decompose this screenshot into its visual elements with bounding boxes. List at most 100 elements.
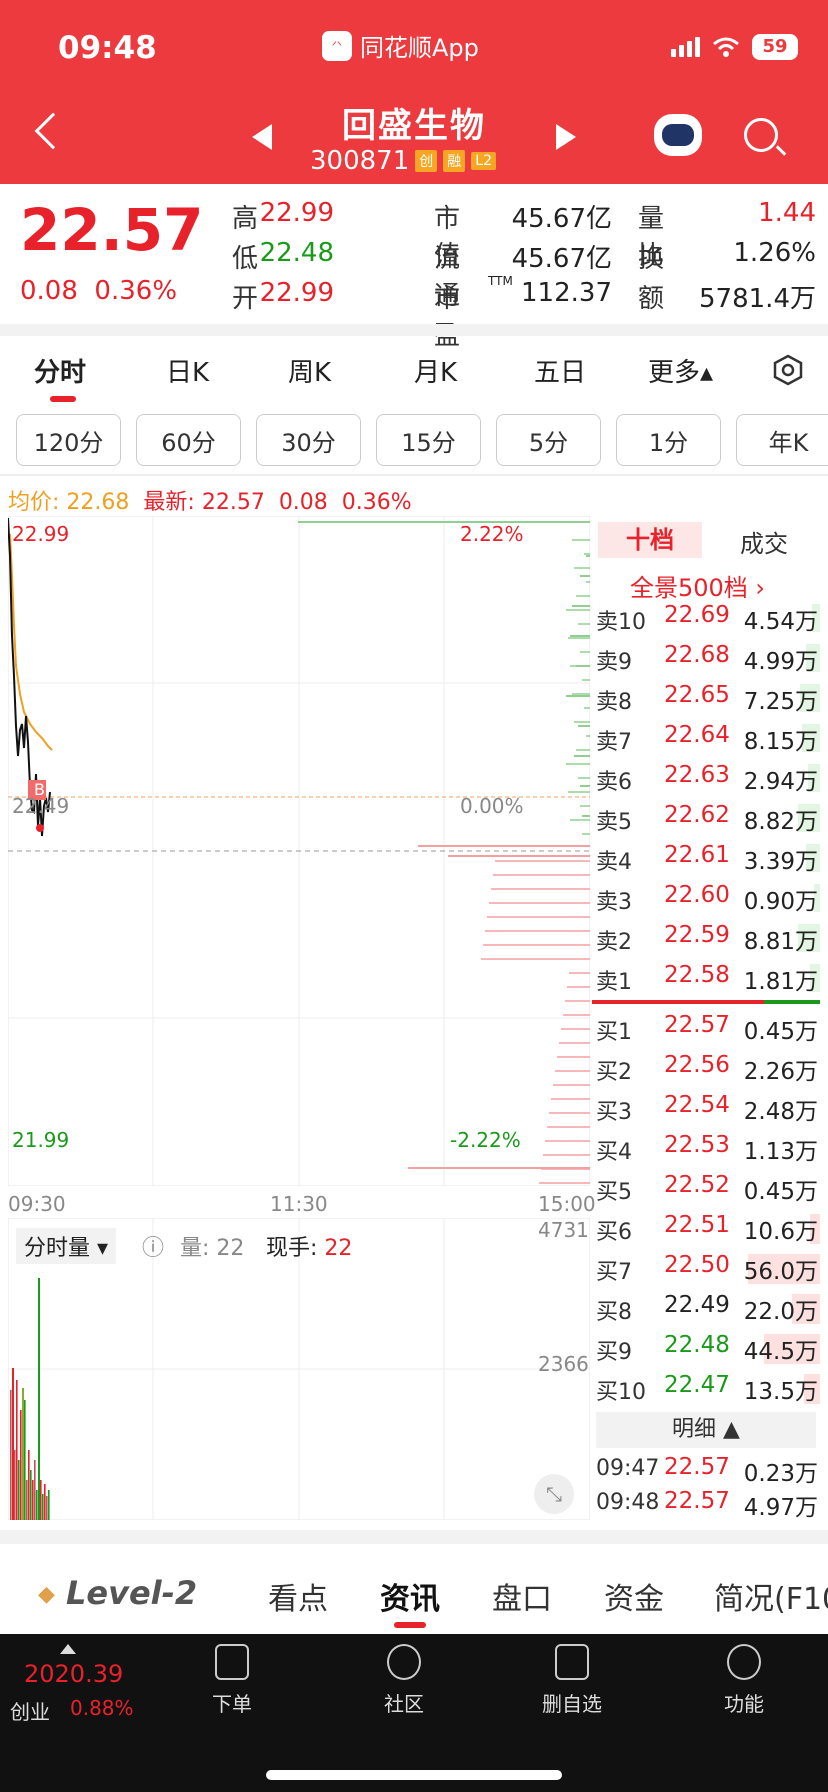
volume-chart[interactable]: 分时量 ▾ ⓘ 量: 22 现手: 22 4731 2366 ⤡ (7, 1217, 591, 1521)
expand-up-icon[interactable] (60, 1644, 76, 1654)
tab-f10[interactable]: 简况(F10 (714, 1574, 828, 1618)
header-bar: 09:48 ᐟᐠ 同花顺App 59 回盛生物 300871 创 融 L2 (0, 0, 828, 184)
app-indicator: ᐟᐠ 同花顺App (322, 28, 479, 63)
average-price-line: 均价: 22.68 最新: 22.57 0.08 0.36% (8, 490, 412, 515)
sell-level-row[interactable]: 卖7 22.64 8.15万 (596, 720, 820, 756)
btn-120min[interactable]: 120分 (16, 414, 121, 466)
pct-max-label: 2.22% (460, 522, 524, 546)
sell-level-row[interactable]: 卖5 22.62 8.82万 (596, 800, 820, 836)
tab-weekly-k[interactable]: 周K (288, 352, 331, 389)
trade-row: 09:47 22.57 0.23万 (596, 1454, 818, 1487)
btn-1min[interactable]: 1分 (616, 414, 721, 466)
sell-level-row[interactable]: 卖8 22.65 7.25万 (596, 680, 820, 716)
home-indicator (266, 1770, 562, 1780)
stock-code: 300871 (310, 146, 410, 176)
time-end: 15:00 (538, 1192, 596, 1216)
hand-readout: 现手: 22 (266, 1236, 353, 1261)
y-min-label: 21.99 (12, 1128, 70, 1152)
period-tabs: 分时 日K 周K 月K 五日 更多▴ (0, 344, 828, 404)
settings-hexagon-icon[interactable] (772, 354, 804, 386)
intraday-svg (7, 515, 591, 1187)
index-value[interactable]: 2020.39 (24, 1660, 123, 1688)
buy-level-row[interactable]: 买8 22.49 22.0万 (596, 1290, 820, 1326)
level2-label[interactable]: Level-2 (66, 1574, 197, 1612)
buy-level-row[interactable]: 买5 22.52 0.45万 (596, 1170, 820, 1206)
buy-level-row[interactable]: 买7 22.50 56.0万 (596, 1250, 820, 1286)
bottom-bar: 2020.39 创业 0.88% 下单 社区 删自选 功能 (0, 1634, 828, 1792)
level2-diamond-icon: ◆ (38, 1582, 55, 1607)
quote-panel: 22.57 0.08 0.36% 高 22.99 低 22.48 开 22.99 市值 45.… (20, 196, 816, 351)
buy-level-row[interactable]: 买10 22.47 13.5万 (596, 1370, 820, 1406)
full-depth-link[interactable]: 全景500档 › (630, 568, 765, 603)
pct-mid-label: 0.00% (460, 794, 524, 818)
volume-readout: 量: 22 (180, 1236, 245, 1261)
remove-watchlist-button[interactable]: 删自选 (512, 1644, 632, 1717)
current-price: 22.57 (20, 196, 204, 264)
tab-monthly-k[interactable]: 月K (414, 352, 457, 389)
fullscreen-icon[interactable]: ⤡ (534, 1474, 574, 1514)
time-mid: 11:30 (270, 1192, 328, 1216)
buy-level-row[interactable]: 买1 22.57 0.45万 (596, 1010, 820, 1046)
tag-l2: L2 (471, 152, 496, 170)
tab-more[interactable]: 更多▴ (648, 352, 713, 389)
wifi-icon (713, 37, 739, 57)
tab-zixun[interactable]: 资讯 (380, 1574, 440, 1618)
sell-level-row[interactable]: 卖3 22.60 0.90万 (596, 880, 820, 916)
tab-ten-levels[interactable]: 十档 (598, 522, 702, 558)
active-tab-underline (50, 396, 76, 402)
tab-five-day[interactable]: 五日 (534, 352, 586, 389)
detail-toggle[interactable]: 明细 ▲ (596, 1412, 816, 1448)
tab-fenshi[interactable]: 分时 (34, 352, 86, 389)
sell-level-row[interactable]: 卖9 22.68 4.99万 (596, 640, 820, 676)
y-max-label: 22.99 (12, 522, 70, 546)
status-icons: 59 (671, 34, 798, 60)
index-pct: 0.88% (70, 1696, 134, 1720)
sell-level-row[interactable]: 卖6 22.63 2.94万 (596, 760, 820, 796)
vol-max-label: 4731 (538, 1218, 589, 1242)
tab-kandian[interactable]: 看点 (268, 1574, 328, 1618)
btn-5min[interactable]: 5分 (496, 414, 601, 466)
community-button[interactable]: 社区 (344, 1644, 464, 1717)
tab-zijin[interactable]: 资金 (604, 1574, 664, 1618)
btn-60min[interactable]: 60分 (136, 414, 241, 466)
volume-type-select[interactable]: 分时量 ▾ (16, 1228, 117, 1264)
stock-name: 回盛生物 (342, 106, 486, 146)
news-tab-underline (394, 1622, 426, 1628)
app-logo-icon: ᐟᐠ (322, 30, 352, 61)
search-icon[interactable] (744, 118, 778, 152)
btn-15min[interactable]: 15分 (376, 414, 481, 466)
buy-level-row[interactable]: 买2 22.56 2.26万 (596, 1050, 820, 1086)
intraday-price-chart[interactable]: 22.99 22.49 21.99 2.22% 0.00% -2.22% B 0… (7, 515, 596, 1216)
signal-icon (671, 37, 700, 57)
tag-chuang: 创 (415, 150, 438, 172)
sell-level-row[interactable]: 卖10 22.69 4.54万 (596, 600, 820, 636)
buy-level-row[interactable]: 买4 22.53 1.13万 (596, 1130, 820, 1166)
star-icon (387, 1644, 421, 1680)
trade-row: 09:48 22.57 4.97万 (596, 1488, 818, 1521)
order-book: 十档 成交 全景500档 › 卖10 22.69 4.54万 卖9 22.68 4.99万… (592, 516, 820, 1521)
info-tabs: ◆ Level-2 看点 资讯 盘口 资金 简况(F10 (0, 1546, 828, 1634)
function-button[interactable]: 功能 (684, 1644, 804, 1717)
kline-period-buttons: 120分 60分 30分 15分 5分 1分 年K (16, 414, 828, 466)
tab-daily-k[interactable]: 日K (166, 352, 209, 389)
assistant-robot-icon[interactable] (654, 114, 702, 156)
tag-rong: 融 (443, 150, 466, 172)
sell-level-row[interactable]: 卖4 22.61 3.39万 (596, 840, 820, 876)
help-icon[interactable]: ⓘ (142, 1230, 164, 1262)
btn-30min[interactable]: 30分 (256, 414, 361, 466)
btn-year-k[interactable]: 年K (736, 414, 828, 466)
battery-icon: 59 (752, 34, 798, 60)
index-name: 创业 (10, 1700, 50, 1724)
buy-level-row[interactable]: 买9 22.48 44.5万 (596, 1330, 820, 1366)
buy-marker: B (34, 780, 45, 799)
tab-pankou[interactable]: 盘口 (492, 1574, 552, 1618)
buy-level-row[interactable]: 买3 22.54 2.48万 (596, 1090, 820, 1126)
tab-trades[interactable]: 成交 (740, 524, 788, 559)
book-midline (592, 1000, 820, 1004)
time-start: 09:30 (8, 1192, 66, 1216)
pct-min-label: -2.22% (450, 1128, 521, 1152)
sell-level-row[interactable]: 卖2 22.59 8.81万 (596, 920, 820, 956)
buy-level-row[interactable]: 买6 22.51 10.6万 (596, 1210, 820, 1246)
order-button[interactable]: 下单 (172, 1644, 292, 1717)
sell-level-row[interactable]: 卖1 22.58 1.81万 (596, 960, 820, 996)
